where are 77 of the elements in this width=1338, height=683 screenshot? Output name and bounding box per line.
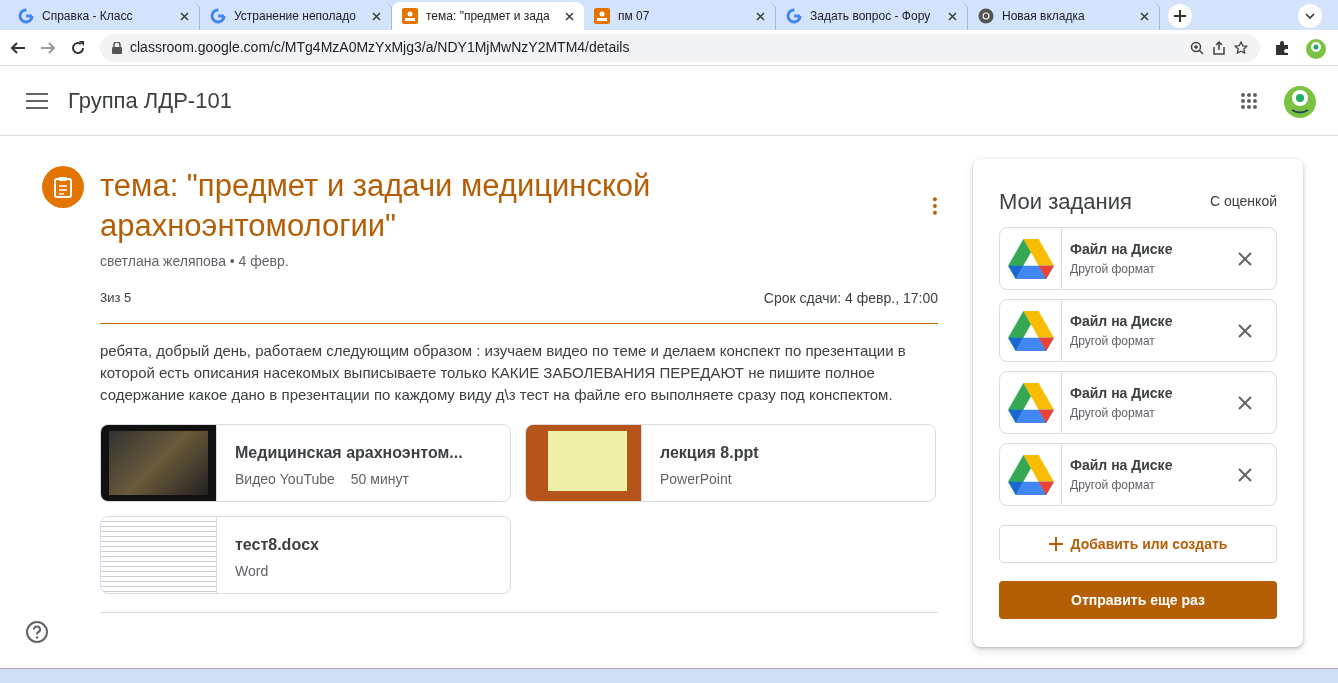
plus-icon [1174, 10, 1186, 22]
points-text: 3из 5 [100, 288, 132, 307]
close-icon[interactable] [565, 11, 574, 21]
file-type: Другой формат [1070, 261, 1156, 278]
more-options-icon[interactable] [932, 196, 938, 217]
attachment-type: PowerPoint [660, 470, 732, 487]
close-icon[interactable] [1140, 11, 1149, 21]
attachment-title: лекция 8.ppt [660, 442, 759, 463]
zoom-icon[interactable] [1190, 40, 1204, 55]
class-title[interactable]: Группа ЛДР-101 [68, 84, 232, 117]
due-date: Срок сдачи: 4 февр., 17:00 [763, 288, 938, 308]
drive-logo-icon [1007, 454, 1054, 495]
author-date: светлана желяпова • 4 февр. [100, 251, 290, 271]
file-title: Файл на Диске [1070, 312, 1174, 331]
address-bar[interactable]: classroom.google.com/c/MTg4MzA0MzYxMjg3/a/NDY1MjMwNzY2MTM4/details [100, 33, 1260, 62]
browser-tab[interactable]: тема: "предмет и зада [392, 2, 584, 30]
file-title: Файл на Диске [1070, 240, 1174, 259]
browser-tab[interactable]: Справка - Класс [8, 2, 200, 30]
attachment-card[interactable]: тест8.docx Word [100, 515, 511, 594]
star-icon[interactable] [1234, 40, 1248, 55]
attachment-card[interactable]: лекция 8.ppt PowerPoint [525, 423, 936, 502]
drive-logo-icon [1007, 238, 1054, 279]
video-duration: 50 минут [350, 470, 409, 487]
puzzle-icon[interactable] [1274, 39, 1290, 56]
assignment-icon [42, 166, 84, 208]
assignment-title: тема: "предмет и задачи медицинской арахноэнтомологии" [100, 167, 652, 246]
close-icon[interactable] [1238, 251, 1252, 266]
close-icon[interactable] [1238, 323, 1252, 338]
drive-logo-icon [1007, 310, 1054, 351]
file-title: Файл на Диске [1070, 384, 1174, 403]
attachment-title: Медицинская арахноэнтом... [235, 442, 463, 463]
plus-icon [1048, 537, 1063, 551]
close-icon[interactable] [1238, 395, 1252, 410]
menu-icon[interactable] [26, 92, 48, 109]
attachment-card[interactable]: Медицинская арахноэнтом... Видео YouTube 50 минут [100, 423, 511, 502]
url-text: classroom.google.com/c/MTg4MzA0MzYxMjg3/a/NDY1MjMwNzY2MTM4/details [130, 38, 630, 57]
chrome-icon [978, 8, 994, 24]
google-logo-icon [786, 8, 802, 24]
file-type: Другой формат [1070, 405, 1156, 422]
description-text: ребята, добрый день, работаем следующим образом : изучаем видео по теме и делаем конспект по презентации в которой есть описания насекомых выписываете только КАКИЕ ЗАБОЛЕВАНИЯ ПЕРЕДАЮТ не пишите полное содержание какое дано в презентации по каждому виду д\з тест на файле его выполняете сразу под конспектом. [100, 340, 907, 405]
forward-icon[interactable] [40, 39, 56, 56]
attachment-title: тест8.docx [235, 534, 319, 555]
apps-grid-icon[interactable] [1240, 91, 1258, 110]
browser-tab[interactable]: Новая вкладка [968, 2, 1160, 30]
share-icon[interactable] [1212, 40, 1226, 55]
file-card[interactable]: Файл на Диске Другой формат [999, 227, 1277, 290]
attachment-type: Видео YouTube [235, 470, 335, 487]
grade-status: С оценкой [1209, 192, 1277, 211]
drive-logo-icon [1007, 382, 1054, 423]
new-tab-button[interactable] [1168, 4, 1192, 28]
close-icon[interactable] [180, 11, 189, 21]
classroom-icon [402, 8, 418, 24]
back-icon[interactable] [10, 39, 26, 56]
file-card[interactable]: Файл на Диске Другой формат [999, 371, 1277, 434]
close-icon[interactable] [372, 11, 381, 21]
tab-search-button[interactable] [1298, 4, 1322, 28]
close-icon[interactable] [1238, 467, 1252, 482]
file-card[interactable]: Файл на Диске Другой формат [999, 443, 1277, 506]
file-title: Файл на Диске [1070, 456, 1174, 475]
file-type: Другой формат [1070, 333, 1156, 350]
help-icon[interactable] [26, 619, 48, 643]
lock-icon[interactable] [112, 41, 122, 54]
chevron-down-icon [1305, 13, 1315, 19]
add-or-create-button[interactable]: Добавить или создать [999, 525, 1277, 563]
google-logo-icon [210, 8, 226, 24]
resubmit-button[interactable]: Отправить еще раз [999, 581, 1277, 619]
google-logo-icon [18, 8, 34, 24]
browser-tab[interactable]: Задать вопрос - Фору [776, 2, 968, 30]
file-type: Другой формат [1070, 477, 1156, 494]
attachment-type: Word [235, 562, 269, 579]
browser-tab[interactable]: пм 07 [584, 2, 776, 30]
my-work-title: Мои задания [999, 188, 1132, 216]
close-icon[interactable] [948, 11, 957, 21]
close-icon[interactable] [756, 11, 765, 21]
reload-icon[interactable] [70, 39, 86, 56]
classroom-icon [594, 8, 610, 24]
file-card[interactable]: Файл на Диске Другой формат [999, 299, 1277, 362]
